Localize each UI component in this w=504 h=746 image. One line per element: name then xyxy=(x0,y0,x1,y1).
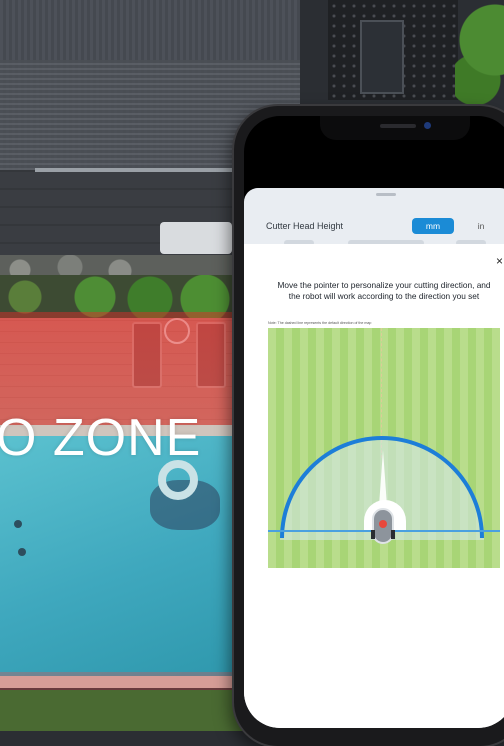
close-icon[interactable]: × xyxy=(496,254,503,268)
cutting-direction-dialog: × Move the pointer to personalize your c… xyxy=(244,244,504,728)
speaker-grille xyxy=(380,124,416,128)
swimming-pool xyxy=(0,436,240,676)
pool-jet xyxy=(18,548,26,556)
unit-in-button[interactable]: in xyxy=(460,218,502,234)
unit-toggle: mm in xyxy=(412,218,502,234)
patio-table xyxy=(360,20,404,94)
sheet-grabber[interactable] xyxy=(376,193,396,196)
no-zone-overlay-bottom xyxy=(0,672,240,692)
no-zone-label: O ZONE xyxy=(0,409,202,467)
trees xyxy=(455,0,504,110)
smartphone-frame: Cutter Head Height mm in × Move the poin… xyxy=(234,106,504,746)
front-camera xyxy=(424,122,431,129)
instruction-line-2: the robot will work according to the dir… xyxy=(288,290,480,301)
phone-notch xyxy=(320,116,470,140)
instruction-line-1: Move the pointer to personalize your cut… xyxy=(277,280,491,290)
instruction-text: Move the pointer to personalize your cut… xyxy=(264,280,504,301)
hot-tub xyxy=(160,222,232,254)
robot-wheel xyxy=(371,530,375,539)
roof-edge xyxy=(35,168,255,172)
lawn-direction-map[interactable] xyxy=(268,328,500,568)
robot-indicator xyxy=(379,520,387,528)
phone-screen: Cutter Head Height mm in × Move the poin… xyxy=(244,116,504,728)
pool-jet xyxy=(14,520,22,528)
robot-wheel xyxy=(391,530,395,539)
cutter-head-height-label: Cutter Head Height xyxy=(266,221,344,231)
robot-mower-icon xyxy=(371,508,395,544)
default-direction-note: Note: The dashed line represents the def… xyxy=(268,321,372,325)
unit-mm-button[interactable]: mm xyxy=(412,218,454,234)
